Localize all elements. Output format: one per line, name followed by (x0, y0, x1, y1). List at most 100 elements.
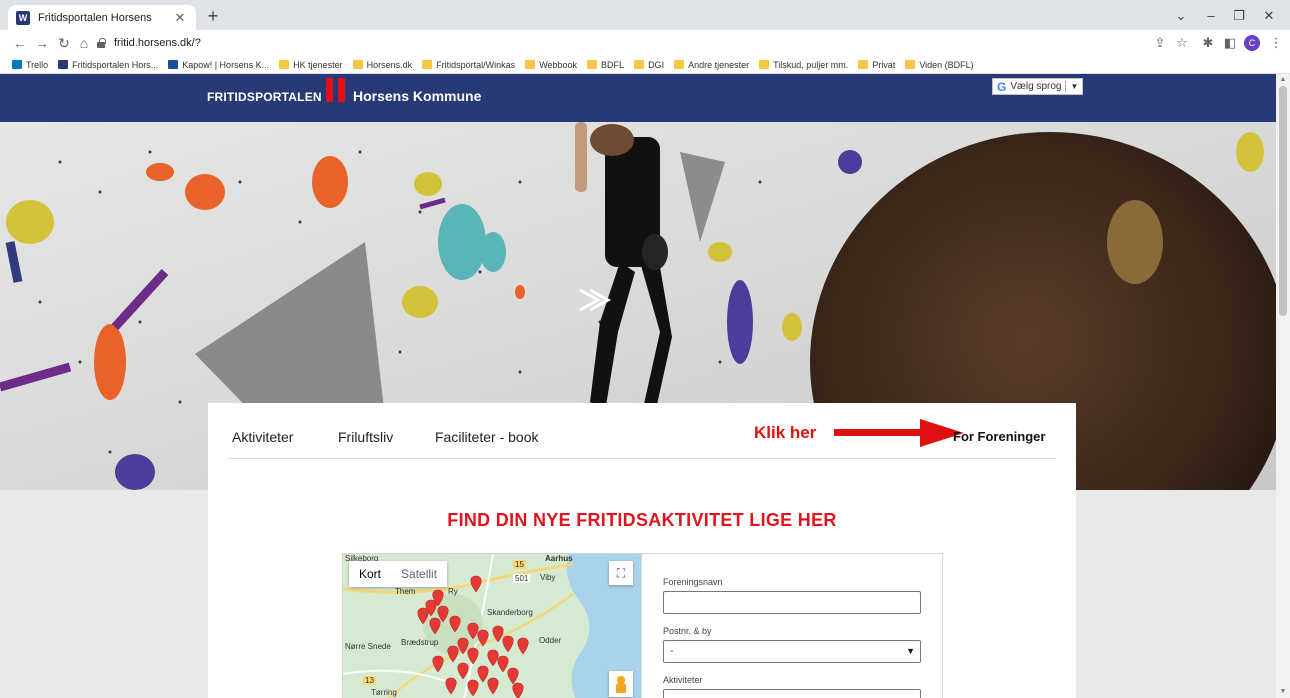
scrollbar-thumb[interactable] (1279, 86, 1287, 316)
brand-fritidsportalen[interactable]: FRITIDSPORTALEN (207, 90, 322, 104)
page-viewport: FRITIDSPORTALEN Horsens Kommune G Vælg s… (0, 74, 1276, 698)
foreningsnavn-label: Foreningsnavn (663, 577, 723, 587)
street-view-pegman-icon[interactable] (609, 671, 633, 697)
activity-map[interactable]: Silkeborg Aarhus Viby 15 501 Them Ry Ska… (342, 553, 642, 698)
bookmark-label: HK tjenester (293, 59, 343, 70)
home-icon[interactable]: ⌂ (74, 33, 94, 53)
site-header: FRITIDSPORTALEN Horsens Kommune G Vælg s… (0, 74, 1276, 122)
nav-faciliteter-book[interactable]: Faciliteter - book (435, 429, 538, 445)
map-fullscreen-icon[interactable]: ⛶ (609, 561, 633, 585)
lock-icon (96, 38, 106, 48)
folder-icon (905, 60, 916, 69)
map-label-skanderborg: Skanderborg (487, 608, 533, 617)
browser-tab[interactable]: W Fritidsportalen Horsens ✕ (8, 5, 196, 30)
forward-arrow-icon[interactable]: → (32, 33, 52, 53)
bookmark-item[interactable]: Tilskud, puljer mm. (759, 60, 848, 70)
map-road-13: 13 (363, 676, 376, 685)
folder-icon (422, 60, 433, 69)
map-type-satellit-button[interactable]: Satellit (391, 561, 447, 587)
site-favicon-icon: W (16, 10, 30, 25)
map-label-them: Them (395, 587, 416, 596)
map-label-odder: Odder (539, 636, 562, 645)
language-select-button[interactable]: G Vælg sprog ▼ (992, 78, 1084, 95)
folder-icon (858, 60, 869, 69)
bookmark-label: Horsens.dk (366, 59, 413, 70)
bookmark-item[interactable]: HK tjenester (279, 60, 343, 70)
aktiviteter-label: Aktiviteter (663, 675, 703, 685)
page-icon (168, 60, 179, 69)
foreningsnavn-input[interactable] (663, 591, 921, 614)
browser-tab-bar: W Fritidsportalen Horsens ✕ + ⌄ – ❐ ✕ (0, 0, 1290, 30)
nav-for-foreninger[interactable]: For Foreninger (953, 429, 1045, 444)
bookmark-label: Trello (26, 59, 49, 70)
map-type-toggle: Kort Satellit (349, 561, 448, 587)
tab-title: Fritidsportalen Horsens (38, 11, 152, 24)
minimize-icon[interactable]: – (1198, 6, 1224, 26)
map-label-norre-snede: Nørre Snede (345, 642, 391, 651)
bookmark-label: Fritidsportalen Hors... (72, 59, 159, 70)
url-field[interactable]: fritid.horsens.dk/? (96, 33, 1146, 53)
map-label-torring: Tørring (371, 688, 397, 697)
bookmark-label: Tilskud, puljer mm. (773, 59, 849, 70)
trello-icon (12, 60, 22, 69)
scroll-up-arrow-icon[interactable]: ▲ (1279, 76, 1287, 83)
aktiviteter-select[interactable] (663, 689, 921, 698)
folder-icon (587, 60, 598, 69)
nav-aktiviteter[interactable]: Aktiviteter (232, 429, 293, 445)
tab-close-icon[interactable]: ✕ (172, 10, 188, 26)
bookmark-label: Kapow! | Horsens K... (182, 59, 270, 70)
bookmark-label: Andre tjenester (688, 59, 750, 70)
bookmark-item[interactable]: Horsens.dk (352, 59, 413, 70)
main-navigation: Aktiviteter Friluftsliv Faciliteter - bo… (228, 403, 1056, 459)
url-text: fritid.horsens.dk/? (114, 37, 201, 49)
new-tab-icon[interactable]: + (202, 6, 224, 28)
postnr-by-label: Postnr. & by (663, 626, 712, 636)
w-icon (58, 60, 69, 69)
folder-icon (279, 60, 290, 69)
window-close-icon[interactable]: ✕ (1256, 6, 1282, 26)
postnr-by-select[interactable]: - ▼ (663, 640, 921, 663)
bookmark-item[interactable]: Kapow! | Horsens K... (168, 60, 269, 70)
map-label-viby: Viby (540, 573, 556, 582)
folder-icon (634, 60, 645, 69)
main-content-card: Aktiviteter Friluftsliv Faciliteter - bo… (208, 403, 1076, 698)
bookmark-item[interactable]: Trello (12, 60, 48, 70)
chevron-down-icon: ▼ (906, 646, 915, 656)
map-road-15: 15 (513, 560, 526, 569)
bookmark-item[interactable]: Viden (BDFL) (905, 60, 974, 70)
address-bar-row: ← → ↻ ⌂ fritid.horsens.dk/? ⇪ ☆ ✱ ◧ ⋮ (0, 30, 1290, 56)
nav-friluftsliv[interactable]: Friluftsliv (338, 429, 393, 445)
map-label-aarhus: Aarhus (545, 554, 573, 563)
side-panel-icon[interactable]: ◧ (1220, 33, 1240, 53)
map-type-kort-button[interactable]: Kort (349, 561, 391, 587)
scroll-down-arrow-icon[interactable]: ▼ (1279, 688, 1287, 695)
map-label-braedstrup: Brædstrup (401, 638, 439, 647)
postnr-by-value: - (670, 646, 674, 657)
map-road-501: 501 (513, 574, 531, 583)
brand-horsens-kommune[interactable]: Horsens Kommune (353, 88, 481, 104)
brand-logo-bar-left (326, 78, 333, 102)
brand-logo-bar-right (338, 78, 345, 102)
annotation-arrow-icon (834, 419, 964, 447)
bookmark-item[interactable]: Andre tjenester (674, 60, 749, 70)
bookmark-item[interactable]: Webbook (525, 60, 577, 70)
back-arrow-icon[interactable]: ← (10, 33, 30, 53)
map-label-ry: Ry (448, 587, 458, 596)
maximize-icon[interactable]: ❐ (1226, 6, 1252, 26)
share-icon[interactable]: ⇪ (1150, 33, 1170, 53)
bookmark-item[interactable]: DGI (634, 60, 664, 70)
reload-icon[interactable]: ↻ (54, 33, 74, 53)
bookmark-item[interactable]: Fritidsportal/Winkas (422, 60, 515, 70)
bookmark-item[interactable]: BDFL (587, 60, 624, 70)
browser-menu-icon[interactable]: ⋮ (1266, 33, 1286, 53)
bookmark-item[interactable]: Fritidsportalen Hors... (58, 60, 158, 70)
language-separator (1065, 81, 1067, 92)
bookmark-star-icon[interactable]: ☆ (1172, 33, 1192, 53)
extensions-puzzle-icon[interactable]: ✱ (1198, 33, 1218, 53)
bookmark-item[interactable]: Privat (858, 60, 895, 70)
bookmark-label: Webbook (539, 59, 578, 70)
tab-search-chevron-icon[interactable]: ⌄ (1168, 6, 1194, 26)
bookmarks-bar: Trello Fritidsportalen Hors... Kapow! | Ho… (0, 56, 1290, 74)
profile-avatar[interactable]: C (1244, 35, 1260, 51)
google-g-icon: G (997, 79, 1007, 94)
